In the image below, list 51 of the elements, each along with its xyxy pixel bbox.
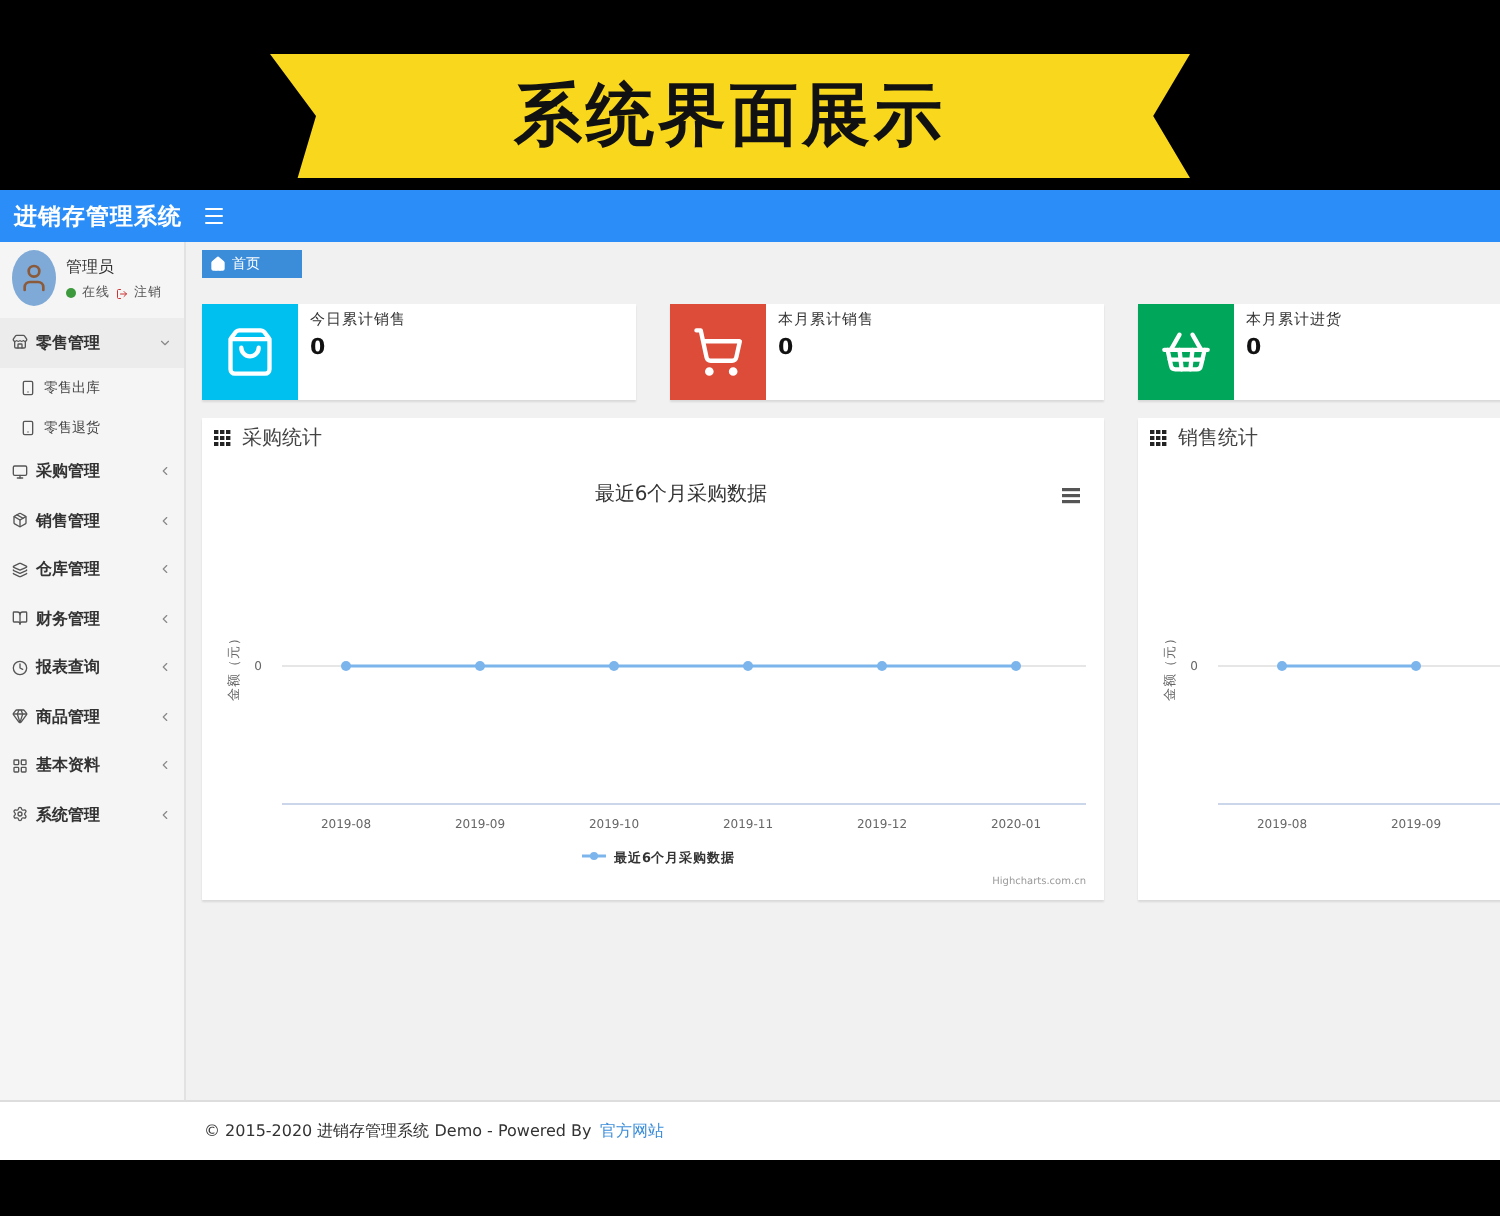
data-point — [877, 661, 887, 671]
data-point — [1411, 661, 1421, 671]
banner-title: 系统界面展示 — [514, 74, 946, 160]
data-point — [1011, 661, 1021, 671]
shopping-cart-icon — [692, 326, 744, 378]
series-line — [1282, 664, 1416, 668]
data-point — [1277, 661, 1287, 671]
grid-icon — [1150, 430, 1168, 446]
menu-item[interactable]: 销售管理 — [0, 496, 184, 545]
user-name: 管理员 — [66, 256, 116, 278]
chart-title: 最近6个月采购数据 — [594, 484, 768, 506]
stat-value: 0 — [1246, 334, 1264, 360]
clock-icon — [12, 659, 28, 676]
avatar-icon — [12, 250, 56, 306]
settings-icon — [12, 806, 28, 823]
stat-value: 0 — [310, 334, 328, 360]
home-icon — [210, 256, 226, 272]
app-name: 进销存管理系统 — [14, 201, 182, 231]
menu-item[interactable]: 系统管理 — [0, 790, 184, 839]
data-point — [341, 661, 351, 671]
legend-line-icon — [582, 852, 606, 860]
menu-item[interactable]: 基本资料 — [0, 741, 184, 790]
data-point — [609, 661, 619, 671]
footer-text: © 2015-2020 进销存管理系统 Demo - Powered By — [204, 1120, 592, 1142]
logout-icon[interactable] — [116, 287, 128, 299]
monitor-icon — [12, 463, 28, 480]
online-dot-icon — [66, 288, 76, 298]
package-icon — [12, 512, 28, 529]
book-icon — [12, 610, 28, 627]
website-link[interactable]: 官方网站 — [599, 1120, 664, 1142]
menu-icon[interactable] — [1062, 488, 1080, 504]
phone-icon — [20, 419, 36, 435]
shopping-bag-icon — [224, 326, 276, 378]
data-point — [743, 661, 753, 671]
menu-item[interactable]: 报表查询 — [0, 643, 184, 692]
grid-icon — [12, 757, 28, 774]
menu-item[interactable]: 财务管理 — [0, 594, 184, 643]
menu-item[interactable]: 零售管理 — [0, 318, 184, 367]
panel-title: 销售统计 — [1178, 425, 1258, 452]
menu-icon[interactable] — [202, 204, 226, 228]
menu-item[interactable]: 仓库管理 — [0, 545, 184, 594]
menu-item[interactable]: 采购管理 — [0, 447, 184, 496]
layers-icon — [12, 561, 28, 578]
panel-title: 采购统计 — [242, 425, 322, 452]
gem-icon — [12, 708, 28, 725]
store-icon — [12, 334, 28, 351]
grid-icon — [214, 430, 232, 446]
data-point — [475, 661, 485, 671]
stat-value: 0 — [778, 334, 796, 360]
menu-item[interactable]: 商品管理 — [0, 692, 184, 741]
phone-icon — [20, 379, 36, 395]
